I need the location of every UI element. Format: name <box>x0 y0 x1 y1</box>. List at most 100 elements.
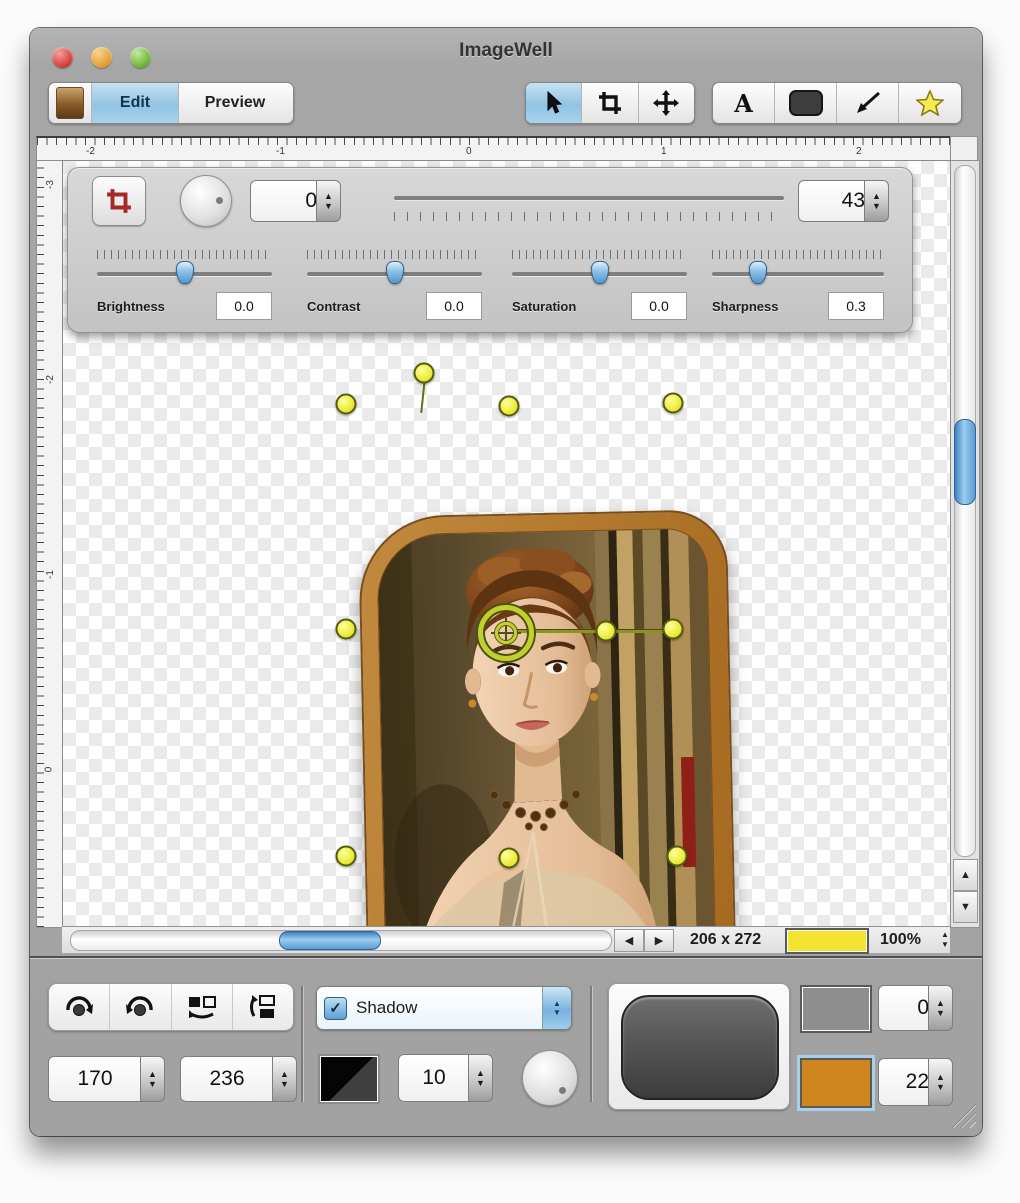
red-crop-icon <box>107 189 131 213</box>
resize-grip[interactable] <box>948 1100 976 1128</box>
brightness-slider-thumb[interactable] <box>175 261 194 284</box>
slider-ticks <box>512 250 687 259</box>
shadow-color-swatch[interactable] <box>318 1054 380 1104</box>
frame-width-stepper[interactable]: ▲ ▼ <box>928 1058 953 1106</box>
flip-horizontal-button[interactable] <box>172 984 233 1030</box>
handle-middle-right[interactable] <box>662 618 684 640</box>
pointer-tool-group <box>525 82 695 124</box>
saturation-value[interactable]: 0.0 <box>631 292 687 320</box>
scroll-down-button[interactable]: ▼ <box>953 891 978 923</box>
image-thumbnail-icon[interactable] <box>49 83 92 123</box>
shadow-angle-knob[interactable] <box>522 1050 578 1106</box>
ruler-label: -1 <box>276 146 285 157</box>
zoom-stepper[interactable]: ▲ ▼ <box>936 928 954 952</box>
contrast-slider-thumb[interactable] <box>385 261 404 284</box>
size-field[interactable]: 43 <box>798 180 873 222</box>
height-field[interactable]: 236 <box>180 1056 273 1102</box>
line-tool-button[interactable] <box>837 83 899 123</box>
stepper-down-icon: ▼ <box>936 1007 945 1018</box>
star-tool-button[interactable] <box>899 83 960 123</box>
size-stepper[interactable]: ▲ ▼ <box>864 180 889 222</box>
handle-top-left[interactable] <box>335 393 357 415</box>
rotation-knob[interactable] <box>180 175 232 227</box>
stepper-up-icon: ▲ <box>872 190 881 201</box>
frame-swatch-orange[interactable] <box>800 1058 872 1108</box>
scroll-right-button[interactable]: ▶ <box>644 929 674 952</box>
crop-tool-button[interactable] <box>582 83 639 123</box>
saturation-slider-thumb[interactable] <box>590 261 609 284</box>
contrast-value[interactable]: 0.0 <box>426 292 482 320</box>
ruler-label: -2 <box>44 375 56 384</box>
handle-bottom-center[interactable] <box>498 847 520 869</box>
portrait-photo <box>376 527 717 927</box>
handle-radius[interactable] <box>595 620 617 642</box>
sharpness-value[interactable]: 0.3 <box>828 292 884 320</box>
stepper-up-icon: ▲ <box>476 1067 485 1078</box>
canvas[interactable]: 0 ▲ ▼ 43 ▲ ▼ Brightness 0.0 Contrast 0.0… <box>62 160 952 928</box>
vertical-scrollbar-thumb[interactable] <box>954 419 976 505</box>
stepper-up-icon: ▲ <box>936 1071 945 1082</box>
tab-preview[interactable]: Preview <box>179 83 291 123</box>
angle-stepper[interactable]: ▲ ▼ <box>316 180 341 222</box>
vertical-ruler: -3 -2 -1 0 <box>36 160 64 928</box>
panel-divider <box>301 986 303 1102</box>
vertical-scrollbar[interactable]: ▲ ▼ <box>950 160 980 928</box>
ruler-label: 1 <box>661 146 667 157</box>
text-tool-icon: A <box>734 88 753 118</box>
scroll-left-icon: ◀ <box>624 935 634 947</box>
shadow-checkbox[interactable]: ✓ <box>324 996 347 1020</box>
contrast-label: Contrast <box>307 298 361 314</box>
effect-popup[interactable]: ✓ Shadow ▲ ▼ <box>316 986 572 1030</box>
text-tool-button[interactable]: A <box>713 83 775 123</box>
scroll-left-button[interactable]: ◀ <box>614 929 644 952</box>
scroll-up-icon: ▲ <box>960 869 971 881</box>
tab-edit[interactable]: Edit <box>92 83 179 123</box>
handle-bottom-left[interactable] <box>335 845 357 867</box>
saturation-label: Saturation <box>512 298 577 314</box>
flip-vertical-button[interactable] <box>233 984 293 1030</box>
scroll-right-icon: ▶ <box>654 935 664 947</box>
horizontal-scrollbar-track[interactable] <box>70 930 612 951</box>
angle-field[interactable]: 0 <box>250 180 325 222</box>
height-stepper[interactable]: ▲ ▼ <box>272 1056 297 1102</box>
shadow-blur-stepper[interactable]: ▲ ▼ <box>468 1054 493 1102</box>
horizontal-scrollbar-thumb[interactable] <box>279 931 381 950</box>
crop-apply-button[interactable] <box>92 176 146 226</box>
stepper-down-icon: ▼ <box>941 940 949 949</box>
saturation-group: Saturation 0.0 <box>512 250 687 320</box>
image-dimensions: 206 x 272 <box>690 931 762 948</box>
width-stepper[interactable]: ▲ ▼ <box>140 1056 165 1102</box>
sharpness-slider-thumb[interactable] <box>749 261 768 284</box>
stepper-down-icon: ▼ <box>553 1007 561 1017</box>
width-field[interactable]: 170 <box>48 1056 141 1102</box>
scroll-up-button[interactable]: ▲ <box>953 859 978 891</box>
annotation-tool-group: A <box>712 82 962 124</box>
center-target[interactable] <box>478 605 534 661</box>
shadow-preview-well <box>608 983 790 1110</box>
color-swatch-yellow[interactable] <box>785 928 869 954</box>
size-slider-track[interactable] <box>394 196 784 200</box>
opacity-swatch-gray[interactable] <box>800 985 872 1033</box>
stepper-down-icon: ▼ <box>148 1078 157 1089</box>
shape-tool-button[interactable] <box>775 83 837 123</box>
rotate-ccw-button[interactable] <box>110 984 172 1030</box>
popup-stepper-icon[interactable]: ▲ ▼ <box>542 987 571 1029</box>
shadow-blur-field[interactable]: 10 <box>398 1054 469 1102</box>
vertical-scrollbar-track[interactable] <box>954 165 976 857</box>
handle-top-center[interactable] <box>498 395 520 417</box>
select-tool-button[interactable] <box>526 83 583 123</box>
handle-bottom-right[interactable] <box>666 845 688 867</box>
sharpness-slider-track[interactable] <box>712 272 884 276</box>
handle-middle-left[interactable] <box>335 618 357 640</box>
star-icon <box>915 90 944 116</box>
rotate-ccw-icon <box>126 996 154 1016</box>
check-icon: ✓ <box>329 1000 342 1017</box>
slider-ticks <box>97 250 272 259</box>
handle-top-right[interactable] <box>662 392 684 414</box>
rotate-cw-button[interactable] <box>49 984 111 1030</box>
brightness-value[interactable]: 0.0 <box>216 292 272 320</box>
rotation-handle[interactable] <box>413 362 435 384</box>
move-tool-button[interactable] <box>639 83 694 123</box>
opacity-stepper[interactable]: ▲ ▼ <box>928 985 953 1031</box>
transform-button-group <box>48 983 294 1031</box>
